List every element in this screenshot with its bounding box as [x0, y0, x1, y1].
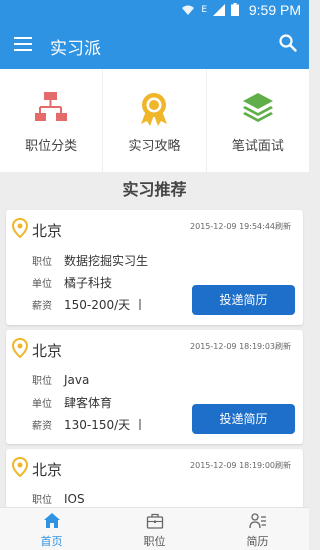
row-value: IOS	[64, 492, 85, 506]
location-pin-icon	[12, 338, 28, 358]
location-pin-icon	[12, 218, 28, 238]
card-city: 北京	[32, 222, 63, 240]
app-bar: 实习派	[0, 21, 309, 69]
row-key: 单位	[32, 279, 52, 290]
status-bar: E 9:59 PM	[0, 0, 309, 21]
layers-icon	[242, 93, 273, 122]
card-city: 北京	[32, 461, 63, 479]
bottom-tab-bar: 首页 职位 简历	[0, 507, 309, 550]
row-key: 职位	[32, 376, 52, 387]
menu-icon[interactable]	[14, 37, 32, 51]
row-key: 单位	[32, 399, 52, 410]
award-ribbon-icon	[141, 93, 168, 126]
card-row-position: 职位 数据挖掘实习生	[32, 252, 148, 269]
row-key: 薪资	[32, 301, 52, 312]
row-value: 130-150/天 丨	[64, 418, 146, 432]
status-icons: E	[181, 3, 239, 16]
row-value: 肆客体育	[64, 396, 113, 410]
tab-home[interactable]: 首页	[0, 508, 103, 550]
card-row-salary: 薪资 130-150/天 丨	[32, 416, 146, 433]
quick-entry-label: 职位分类	[25, 139, 78, 154]
tab-label: 职位	[143, 535, 166, 548]
card-refresh-date: 2015-12-09 18:19:00刷新	[190, 461, 291, 470]
quick-entry-guide[interactable]: 实习攻略	[103, 69, 207, 172]
submit-resume-button[interactable]: 投递简历	[192, 285, 295, 315]
card-city: 北京	[32, 342, 63, 360]
signal-icon	[213, 3, 225, 16]
card-row-company: 单位 橘子科技	[32, 274, 112, 291]
quick-entry-exam-interview[interactable]: 笔试面试	[207, 69, 309, 172]
status-time: 9:59 PM	[248, 2, 301, 18]
card-row-position: 职位 Java	[32, 372, 89, 387]
row-value: 数据挖掘实习生	[64, 254, 149, 268]
card-row-company: 单位 肆客体育	[32, 394, 112, 411]
tab-label: 首页	[40, 535, 63, 548]
card-row-position: 职位 IOS	[32, 491, 85, 506]
resume-icon	[248, 513, 266, 529]
section-title: 实习推荐	[0, 174, 309, 206]
search-icon[interactable]	[279, 34, 297, 52]
internship-card[interactable]: 北京 2015-12-09 19:54:44刷新 职位 数据挖掘实习生 单位 橘子科…	[6, 210, 303, 325]
wifi-icon	[182, 5, 195, 15]
quick-entry-job-category[interactable]: 职位分类	[0, 69, 104, 172]
card-refresh-date: 2015-12-09 18:19:03刷新	[190, 342, 291, 351]
location-pin-icon	[12, 457, 28, 477]
row-key: 薪资	[32, 421, 52, 432]
row-value: Java	[64, 373, 90, 387]
home-icon	[43, 513, 60, 528]
quick-entry-label: 实习攻略	[128, 139, 181, 154]
briefcase-icon	[146, 513, 163, 529]
org-chart-icon	[35, 92, 68, 121]
internship-card[interactable]: 北京 2015-12-09 18:19:03刷新 职位 Java 单位 肆客体育 薪…	[6, 330, 303, 444]
app-title: 实习派	[50, 39, 101, 59]
card-row-salary: 薪资 150-200/天 丨	[32, 296, 146, 313]
card-refresh-date: 2015-12-09 19:54:44刷新	[190, 222, 291, 231]
tab-label: 简历	[246, 535, 269, 548]
network-type-label: E	[201, 4, 207, 15]
quick-entry-label: 笔试面试	[231, 139, 284, 154]
quick-entry-grid: 职位分类 实习攻略 笔试面试	[0, 69, 309, 172]
submit-resume-button[interactable]: 投递简历	[192, 404, 295, 434]
row-value: 150-200/天 丨	[64, 298, 146, 312]
row-value: 橘子科技	[64, 276, 113, 290]
tab-positions[interactable]: 职位	[103, 508, 206, 550]
tab-resume[interactable]: 简历	[206, 508, 309, 550]
row-key: 职位	[32, 257, 52, 268]
battery-icon	[231, 3, 239, 16]
row-key: 职位	[32, 495, 52, 506]
